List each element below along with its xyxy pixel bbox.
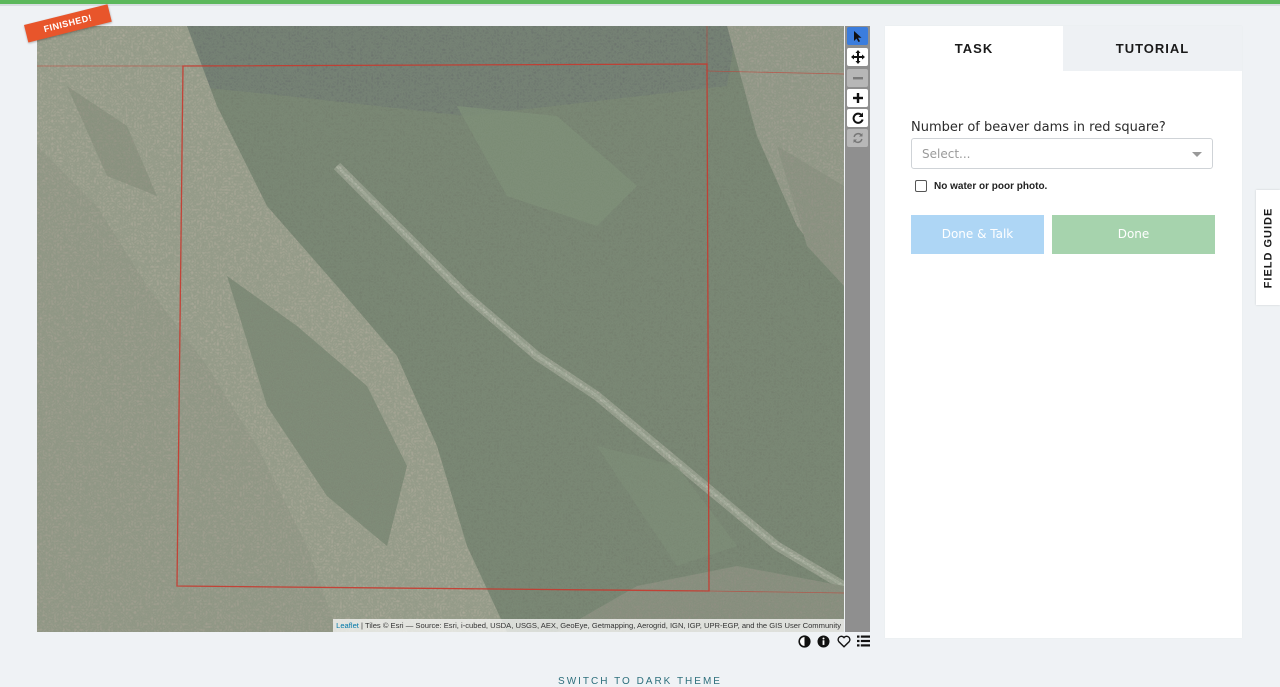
info-icon[interactable] xyxy=(817,635,830,648)
field-guide-tab[interactable]: FIELD GUIDE xyxy=(1256,190,1280,305)
chevron-down-icon xyxy=(1192,152,1202,157)
zoom-out-button[interactable] xyxy=(847,69,868,87)
pointer-icon xyxy=(853,30,861,42)
aerial-photo xyxy=(37,26,844,632)
no-water-label: No water or poor photo. xyxy=(934,180,1048,192)
reset-icon xyxy=(852,133,863,143)
map-attribution: Leaflet | Tiles © Esri — Source: Esri, i… xyxy=(333,619,844,632)
beaver-dam-count-select[interactable]: Select... xyxy=(911,138,1213,169)
select-placeholder: Select... xyxy=(922,147,971,161)
pan-icon xyxy=(850,50,865,64)
pointer-tool-button[interactable] xyxy=(847,27,868,45)
no-water-option[interactable]: No water or poor photo. xyxy=(915,180,1047,192)
done-and-talk-button[interactable]: Done & Talk xyxy=(911,215,1044,254)
collections-icon[interactable] xyxy=(856,635,870,647)
task-question: Number of beaver dams in red square? xyxy=(911,120,1166,135)
favorite-icon[interactable] xyxy=(837,635,851,648)
no-water-checkbox[interactable] xyxy=(915,180,927,192)
rotate-button[interactable] xyxy=(847,109,868,127)
zoom-in-icon xyxy=(852,93,863,103)
attribution-text: | Tiles © Esri — Source: Esri, i-cubed, … xyxy=(358,621,841,630)
zoom-out-icon xyxy=(852,77,863,80)
zoom-in-button[interactable] xyxy=(847,89,868,107)
subject-image-viewer[interactable]: Leaflet | Tiles © Esri — Source: Esri, i… xyxy=(37,26,844,632)
task-panel: TASK TUTORIAL Number of beaver dams in r… xyxy=(885,26,1242,638)
field-guide-label: FIELD GUIDE xyxy=(1262,207,1275,288)
image-toolbar xyxy=(845,26,870,632)
done-button[interactable]: Done xyxy=(1052,215,1215,254)
pan-tool-button[interactable] xyxy=(847,48,868,66)
tab-tutorial[interactable]: TUTORIAL xyxy=(1063,26,1242,71)
invert-icon[interactable] xyxy=(798,634,811,648)
rotate-icon xyxy=(852,112,864,124)
image-actions xyxy=(798,633,870,649)
top-bar-divider xyxy=(0,4,1280,6)
tab-task[interactable]: TASK xyxy=(885,26,1063,71)
switch-theme-link[interactable]: SWITCH TO DARK THEME xyxy=(0,676,1280,687)
leaflet-link[interactable]: Leaflet xyxy=(336,621,359,630)
reset-view-button[interactable] xyxy=(847,129,868,147)
